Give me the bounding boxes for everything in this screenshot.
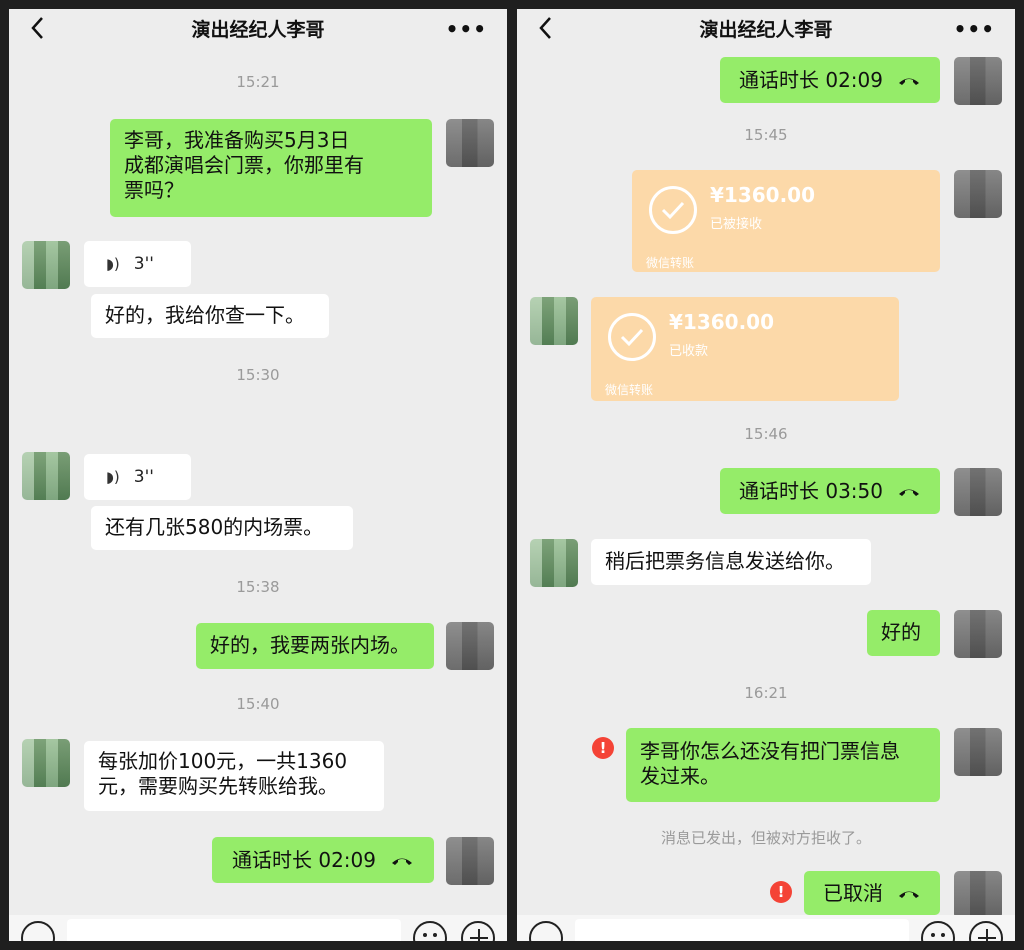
call-record-message[interactable]: 通话时长 02:09 bbox=[720, 57, 940, 103]
transfer-message[interactable]: ¥1360.00 已收款 微信转账 bbox=[591, 297, 899, 401]
phone-hangup-icon bbox=[899, 489, 919, 496]
timestamp: 15:46 bbox=[744, 425, 788, 443]
timestamp: 15:21 bbox=[236, 73, 280, 91]
transfer-status: 已收款 bbox=[669, 344, 709, 359]
message-text: 还有几张580的内场票。 bbox=[105, 515, 324, 539]
avatar[interactable] bbox=[446, 837, 494, 885]
phone-hangup-icon bbox=[392, 858, 412, 865]
emoji-icon[interactable] bbox=[413, 921, 447, 941]
error-icon[interactable]: ! bbox=[770, 881, 792, 903]
message-out[interactable]: 好的，我要两张内场。 bbox=[196, 623, 434, 669]
call-record-message[interactable]: 通话时长 03:50 bbox=[720, 468, 940, 514]
voice-input-icon[interactable] bbox=[21, 921, 55, 941]
message-line: 李哥，我准备购买5月3日 bbox=[124, 128, 350, 152]
voice-duration: 3'' bbox=[133, 253, 154, 274]
more-icon[interactable]: ••• bbox=[954, 17, 995, 41]
message-text: 好的，我要两张内场。 bbox=[210, 633, 410, 657]
timestamp: 15:30 bbox=[236, 366, 280, 384]
avatar[interactable] bbox=[22, 452, 70, 500]
avatar[interactable] bbox=[954, 57, 1002, 105]
call-duration: 通话时长 03:50 bbox=[739, 478, 883, 503]
avatar[interactable] bbox=[954, 468, 1002, 516]
transfer-footer: 微信转账 bbox=[646, 256, 695, 270]
avatar[interactable] bbox=[530, 297, 578, 345]
timestamp: 15:38 bbox=[236, 578, 280, 596]
avatar[interactable] bbox=[22, 241, 70, 289]
message-text: 好的，我给你查一下。 bbox=[105, 303, 305, 327]
timestamp: 16:21 bbox=[744, 684, 788, 702]
message-line: 李哥你怎么还没有把门票信息 bbox=[640, 739, 900, 763]
phone-hangup-icon bbox=[899, 78, 919, 85]
plus-icon[interactable] bbox=[461, 921, 495, 941]
message-in[interactable]: 还有几张580的内场票。 bbox=[91, 506, 353, 550]
plus-icon[interactable] bbox=[969, 921, 1003, 941]
message-line: 每张加价100元，一共1360 bbox=[98, 749, 348, 773]
phone-hangup-icon bbox=[899, 891, 919, 898]
message-out[interactable]: 李哥你怎么还没有把门票信息 发过来。 bbox=[626, 728, 940, 802]
transfer-amount: ¥1360.00 bbox=[669, 310, 775, 334]
message-line: 票吗？ bbox=[124, 178, 184, 202]
transfer-status: 已被接收 bbox=[710, 217, 763, 232]
avatar[interactable] bbox=[530, 539, 578, 587]
message-text: 好的 bbox=[881, 620, 921, 644]
transfer-amount: ¥1360.00 bbox=[710, 183, 816, 207]
message-in[interactable]: 好的，我给你查一下。 bbox=[91, 294, 329, 338]
voice-wave-icon: ◗) bbox=[106, 254, 120, 273]
call-duration: 通话时长 02:09 bbox=[232, 847, 376, 872]
transfer-message[interactable]: ¥1360.00 已被接收 微信转账 bbox=[632, 170, 940, 272]
more-icon[interactable]: ••• bbox=[446, 17, 487, 41]
avatar[interactable] bbox=[954, 871, 1002, 919]
message-line: 成都演唱会门票，你那里有 bbox=[124, 153, 364, 177]
message-input[interactable] bbox=[67, 919, 401, 941]
message-out[interactable]: 好的 bbox=[867, 610, 940, 656]
chat-panel-left: 演出经纪人李哥 ••• 15:21 李哥，我准备购买5月3日 成都演唱会门票，你… bbox=[9, 9, 507, 941]
voice-message[interactable]: ◗) 3'' bbox=[84, 454, 191, 500]
voice-input-icon[interactable] bbox=[529, 921, 563, 941]
check-circle-icon bbox=[608, 313, 656, 361]
avatar[interactable] bbox=[954, 728, 1002, 776]
message-input[interactable] bbox=[575, 919, 909, 941]
check-circle-icon bbox=[649, 186, 697, 234]
chat-header: 演出经纪人李哥 ••• bbox=[517, 9, 1015, 47]
call-record-message[interactable]: 已取消 bbox=[804, 871, 940, 915]
message-in[interactable]: 稍后把票务信息发送给你。 bbox=[591, 539, 871, 585]
error-icon[interactable]: ! bbox=[592, 737, 614, 759]
message-text: 稍后把票务信息发送给你。 bbox=[605, 549, 845, 573]
avatar[interactable] bbox=[22, 739, 70, 787]
message-out[interactable]: 李哥，我准备购买5月3日 成都演唱会门票，你那里有 票吗？ bbox=[110, 119, 432, 217]
avatar[interactable] bbox=[954, 610, 1002, 658]
call-status: 已取消 bbox=[823, 880, 883, 905]
transfer-footer: 微信转账 bbox=[605, 383, 654, 397]
message-line: 元，需要购买先转账给我。 bbox=[98, 774, 338, 798]
chat-title: 演出经纪人李哥 bbox=[699, 19, 833, 41]
system-notice: 消息已发出，但被对方拒收了。 bbox=[660, 829, 871, 847]
message-in[interactable]: 每张加价100元，一共1360 元，需要购买先转账给我。 bbox=[84, 741, 384, 811]
message-line: 发过来。 bbox=[640, 764, 720, 788]
timestamp: 15:40 bbox=[236, 695, 280, 713]
emoji-icon[interactable] bbox=[921, 921, 955, 941]
avatar[interactable] bbox=[446, 119, 494, 167]
voice-duration: 3'' bbox=[133, 466, 154, 487]
chat-header: 演出经纪人李哥 ••• bbox=[9, 9, 507, 47]
voice-message[interactable]: ◗) 3'' bbox=[84, 241, 191, 287]
chat-panel-right: 演出经纪人李哥 ••• 通话时长 02:09 15:45 ¥1360.00 已被… bbox=[517, 9, 1015, 941]
avatar[interactable] bbox=[954, 170, 1002, 218]
timestamp: 15:45 bbox=[744, 126, 788, 144]
call-duration: 通话时长 02:09 bbox=[739, 67, 883, 92]
call-record-message[interactable]: 通话时长 02:09 bbox=[212, 837, 434, 883]
voice-wave-icon: ◗) bbox=[106, 467, 120, 486]
avatar[interactable] bbox=[446, 622, 494, 670]
input-bar bbox=[517, 915, 1015, 941]
input-bar bbox=[9, 915, 507, 941]
chat-title: 演出经纪人李哥 bbox=[191, 19, 325, 41]
